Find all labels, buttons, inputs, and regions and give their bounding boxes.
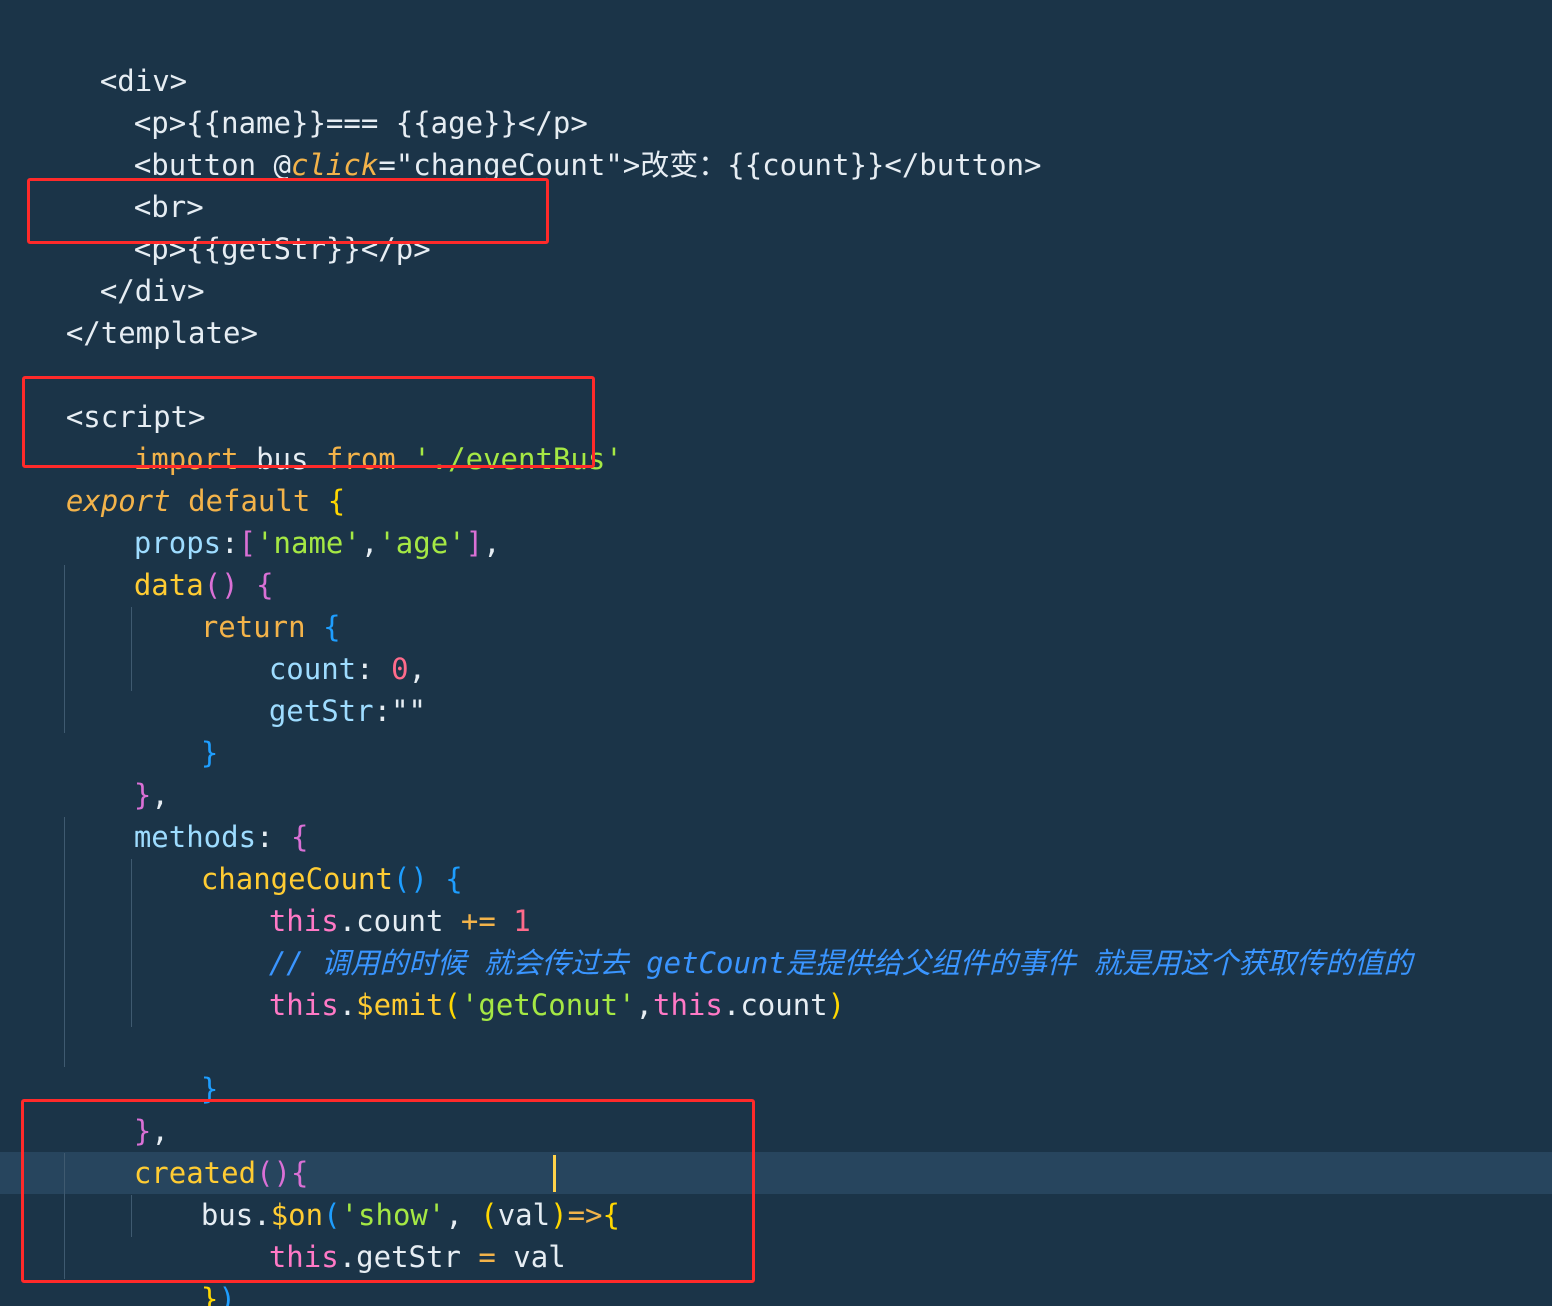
- code-token: this: [268, 988, 339, 1022]
- code-token: "": [391, 694, 426, 728]
- code-line[interactable]: }: [131, 1026, 218, 1106]
- annotation-box-created-hook: [21, 1099, 755, 1283]
- code-line[interactable]: data() {: [64, 522, 274, 602]
- code-token: }: [200, 736, 219, 770]
- code-line[interactable]: <p>{{name}}=== {{age}}</p>: [64, 60, 588, 140]
- code-line[interactable]: <div>: [30, 18, 187, 98]
- code-token: }: [200, 1282, 219, 1306]
- code-token: .count: [722, 988, 828, 1022]
- code-token: ="changeCount">: [378, 148, 641, 182]
- annotation-box-getstr-template: [27, 178, 549, 244]
- code-token: 改变：: [640, 148, 728, 182]
- code-line[interactable]: this.count += 1: [199, 858, 531, 938]
- code-token: click: [291, 148, 379, 182]
- code-token: ]: [465, 526, 484, 560]
- code-token: ): [827, 988, 846, 1022]
- code-token: this: [653, 988, 723, 1022]
- code-token: ,: [483, 526, 501, 560]
- code-line[interactable]: },: [64, 732, 169, 812]
- code-token: getStr: [268, 694, 374, 728]
- code-line[interactable]: getStr:"": [199, 648, 426, 728]
- code-token: {{count}}</button>: [727, 148, 1042, 182]
- code-token: ): [218, 1282, 236, 1306]
- code-token: .: [338, 988, 357, 1022]
- code-line[interactable]: this.$emit('getConut',this.count): [199, 942, 845, 1022]
- code-token: $emit: [356, 988, 444, 1022]
- code-line[interactable]: changeCount() {: [131, 816, 463, 896]
- code-token: </template>: [65, 316, 258, 350]
- annotation-box-import-bus: [22, 376, 595, 468]
- code-line[interactable]: <button @click="changeCount">改变：{{count}…: [64, 102, 1042, 182]
- code-token: :: [373, 694, 392, 728]
- code-editor[interactable]: <div> <p>{{name}}=== {{age}}</p> <button…: [0, 0, 1552, 1306]
- code-token: ,: [635, 988, 654, 1022]
- code-token: 'getConut': [460, 988, 636, 1022]
- code-line[interactable]: }: [131, 690, 218, 770]
- code-token: 'age': [378, 526, 466, 560]
- code-line[interactable]: count: 0,: [199, 606, 426, 686]
- code-token: ,: [360, 526, 379, 560]
- code-line[interactable]: </template>: [0, 270, 258, 350]
- code-line[interactable]: props:['name','age'],: [64, 480, 501, 560]
- code-line[interactable]: // 调用的时候 就会传过去 getCount是提供给父组件的事件 就是用这个获…: [199, 900, 1412, 980]
- code-token: (: [443, 988, 461, 1022]
- code-line[interactable]: return {: [131, 564, 341, 644]
- code-line[interactable]: methods: {: [64, 774, 309, 854]
- code-token: @: [273, 148, 291, 182]
